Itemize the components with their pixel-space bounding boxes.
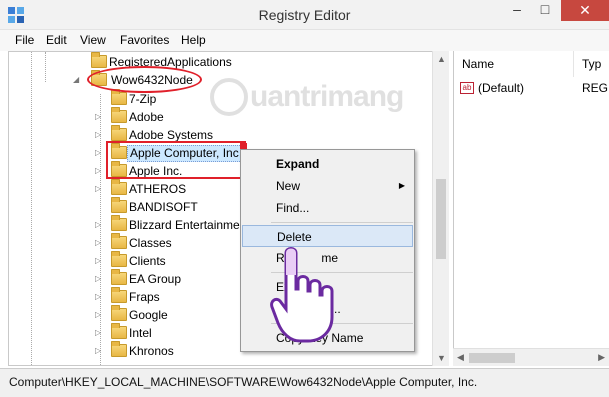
folder-icon	[111, 341, 127, 357]
expand-arrow-icon[interactable]: ▷	[95, 144, 105, 162]
tree-item-label: Blizzard Entertainmen	[129, 218, 247, 232]
menu-favorites[interactable]: Favorites	[120, 33, 169, 47]
value-type: REG	[582, 81, 609, 95]
tree-item-label: ATHEROS	[129, 182, 187, 196]
title-bar: Registry Editor – □ ✕	[0, 0, 609, 30]
tree-item-label: Intel	[129, 326, 152, 340]
values-pane[interactable]: Name Typ ab (Default) REG	[453, 51, 609, 366]
folder-icon	[111, 251, 127, 267]
tree-item-label: BANDISOFT	[129, 200, 198, 214]
scroll-left-icon[interactable]: ◀	[457, 352, 464, 363]
scroll-down-icon[interactable]: ▼	[437, 353, 446, 363]
folder-icon	[111, 107, 127, 123]
expand-arrow-icon[interactable]: ▷	[95, 234, 105, 252]
menu-view[interactable]: View	[80, 33, 106, 47]
folder-icon	[111, 269, 127, 285]
menu-edit[interactable]: Edit	[46, 33, 67, 47]
folder-icon	[111, 125, 127, 141]
folder-icon	[111, 323, 127, 339]
expand-arrow-icon[interactable]: ▷	[95, 162, 105, 180]
maximize-button[interactable]: □	[531, 0, 559, 21]
folder-icon	[111, 89, 127, 105]
close-button[interactable]: ✕	[561, 0, 609, 21]
value-row[interactable]: ab (Default) REG	[460, 79, 609, 97]
expand-arrow-icon[interactable]: ▷	[95, 342, 105, 360]
scroll-thumb[interactable]	[436, 179, 446, 259]
menu-item-expand[interactable]: Expand	[242, 153, 413, 175]
tree-item-label: Clients	[129, 254, 166, 268]
tree-item-label: Khronos	[129, 344, 174, 358]
menu-separator	[271, 222, 413, 223]
expand-arrow-icon[interactable]: ▷	[95, 270, 105, 288]
status-path: Computer\HKEY_LOCAL_MACHINE\SOFTWARE\Wow…	[9, 375, 478, 389]
tree-item-label: Google	[129, 308, 168, 322]
menu-help[interactable]: Help	[181, 33, 206, 47]
status-bar: Computer\HKEY_LOCAL_MACHINE\SOFTWARE\Wow…	[0, 368, 609, 397]
folder-icon	[111, 179, 127, 195]
collapse-arrow-icon[interactable]: ◢	[73, 71, 83, 89]
tree-guide-line	[45, 52, 46, 82]
tree-item-label: Classes	[129, 236, 172, 250]
menu-item-new[interactable]: New ▶	[242, 175, 413, 197]
menu-item-delete[interactable]: Delete	[242, 225, 413, 247]
scroll-right-icon[interactable]: ▶	[598, 352, 605, 363]
folder-icon	[111, 305, 127, 321]
tree-guide-line	[31, 52, 32, 365]
folder-icon	[111, 287, 127, 303]
menu-bar: File Edit View Favorites Help	[0, 30, 609, 51]
menu-file[interactable]: File	[15, 33, 34, 47]
column-header-name[interactable]: Name	[454, 51, 574, 77]
tree-item-label: Adobe	[129, 110, 164, 124]
expand-arrow-icon[interactable]: ▷	[95, 288, 105, 306]
menu-item-find[interactable]: Find...	[242, 197, 413, 219]
folder-icon	[91, 52, 107, 68]
expand-arrow-icon[interactable]: ▷	[95, 108, 105, 126]
expand-arrow-icon[interactable]: ▷	[95, 306, 105, 324]
value-name: (Default)	[478, 81, 525, 95]
expand-arrow-icon[interactable]: ▷	[95, 216, 105, 234]
folder-icon	[111, 215, 127, 231]
expand-arrow-icon[interactable]: ▷	[95, 126, 105, 144]
expand-arrow-icon[interactable]: ▷	[95, 180, 105, 198]
tree-item-label: Fraps	[129, 290, 160, 304]
pointing-hand-icon	[270, 247, 334, 343]
tree-item-label: EA Group	[129, 272, 182, 286]
expand-arrow-icon[interactable]: ▷	[95, 324, 105, 342]
submenu-arrow-icon: ▶	[398, 181, 405, 190]
scroll-thumb[interactable]	[469, 353, 515, 363]
ab-string-icon: ab	[460, 82, 474, 94]
folder-icon	[111, 197, 127, 213]
tree-vertical-scrollbar[interactable]: ▲ ▼	[432, 51, 449, 366]
highlight-rectangle	[106, 141, 246, 179]
column-header-type[interactable]: Typ	[574, 51, 609, 77]
highlight-ellipse	[87, 66, 202, 93]
expand-arrow-icon[interactable]: ▷	[95, 252, 105, 270]
folder-icon	[111, 233, 127, 249]
menu-item-label: New	[276, 179, 301, 193]
scroll-up-icon[interactable]: ▲	[437, 54, 446, 64]
values-horizontal-scrollbar[interactable]: ◀ ▶	[453, 348, 609, 366]
minimize-button[interactable]: –	[503, 0, 531, 21]
